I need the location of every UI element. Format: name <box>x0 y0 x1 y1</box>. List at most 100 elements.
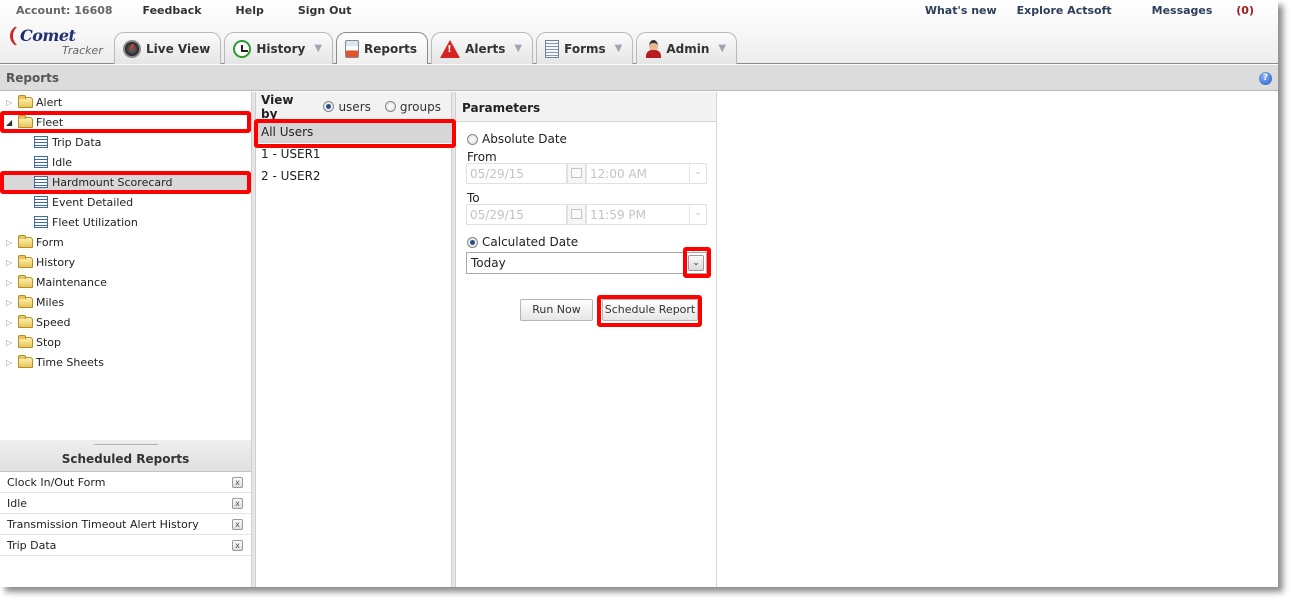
tree-label: Fleet Utilization <box>52 215 138 229</box>
to-date-input[interactable]: 05/29/15 <box>466 204 567 225</box>
tab-reports[interactable]: Reports <box>336 32 429 65</box>
radio-selected-icon[interactable] <box>467 236 478 248</box>
calculated-date-label: Calculated Date <box>482 235 579 249</box>
caret-down-icon[interactable]: ▼ <box>718 43 726 54</box>
help-link[interactable]: Help <box>236 4 264 20</box>
delete-icon[interactable]: x <box>232 539 243 551</box>
tab-alerts[interactable]: Alerts ▼ <box>431 32 534 64</box>
tree-label: Time Sheets <box>36 355 104 369</box>
folder-icon <box>18 94 33 108</box>
from-date-input[interactable]: 05/29/15 <box>466 163 567 184</box>
logo-sub: Tracker <box>62 44 103 57</box>
report-icon <box>34 216 48 228</box>
main-tabs: Live View History ▼ Reports Alerts ▼ For… <box>114 32 740 65</box>
whats-new-link[interactable]: What's new <box>925 4 997 17</box>
tree-folder-form[interactable]: ▷ Form <box>0 232 251 252</box>
collapse-icon[interactable]: ◢ <box>6 118 16 127</box>
user-list-item[interactable]: All Users <box>256 121 455 143</box>
radio-icon[interactable] <box>467 133 478 145</box>
top-links-right: What's new Explore Actsoft Messages (0) <box>905 4 1254 17</box>
to-time-select[interactable]: 11:59 PM ⌄ <box>586 204 707 225</box>
tab-admin[interactable]: Admin ▼ <box>636 32 738 64</box>
tree-folder-speed[interactable]: ▷ Speed <box>0 312 251 332</box>
run-now-button[interactable]: Run Now <box>520 299 593 321</box>
tree-report-hardmount-scorecard[interactable]: Hardmount Scorecard <box>0 172 251 192</box>
top-links-left: Account: 16608 Feedback Help Sign Out <box>16 4 386 20</box>
expand-icon[interactable]: ▷ <box>6 338 16 347</box>
view-by-users-radio[interactable]: users <box>323 100 371 114</box>
tree-report-fleet-utilization[interactable]: Fleet Utilization <box>0 212 251 232</box>
absolute-date-radio[interactable]: Absolute Date <box>467 132 567 146</box>
tree-label: Trip Data <box>52 135 102 149</box>
help-icon[interactable]: ? <box>1259 72 1272 85</box>
tree-folder-time-sheets[interactable]: ▷ Time Sheets <box>0 352 251 372</box>
comet-tracker-logo[interactable]: Comet Tracker <box>10 25 110 60</box>
tab-history[interactable]: History ▼ <box>224 32 334 64</box>
view-by-groups-radio[interactable]: groups <box>384 99 441 114</box>
radio-selected-icon[interactable] <box>323 101 335 112</box>
tree-label: History <box>36 255 76 269</box>
user-icon <box>645 39 662 58</box>
expand-icon[interactable]: ▷ <box>6 318 16 327</box>
report-icon <box>345 40 360 58</box>
scheduled-report-label: Trip Data <box>7 538 57 552</box>
feedback-link[interactable]: Feedback <box>143 4 202 20</box>
tree-label: Idle <box>52 155 73 169</box>
scheduled-report-item[interactable]: Trip Data x <box>0 535 251 556</box>
delete-icon[interactable]: x <box>232 518 243 530</box>
explore-actsoft-link[interactable]: Explore Actsoft <box>1017 4 1112 17</box>
sign-out-link[interactable]: Sign Out <box>298 4 352 20</box>
calculated-date-select[interactable]: Today ⌄ <box>466 252 707 274</box>
user-list-item[interactable]: 2 - USER2 <box>256 165 455 187</box>
tab-live-view[interactable]: Live View <box>114 32 222 64</box>
tree-label: Fleet <box>36 115 64 129</box>
tree-folder-alert[interactable]: ▷ Alert <box>0 92 251 112</box>
radio-label: groups <box>399 99 441 114</box>
scheduled-report-label: Idle <box>7 496 28 510</box>
tree-label: Form <box>36 235 64 249</box>
to-calendar-button[interactable] <box>567 204 586 225</box>
folder-icon <box>18 354 33 368</box>
tree-folder-stop[interactable]: ▷ Stop <box>0 332 251 352</box>
tab-forms[interactable]: Forms ▼ <box>536 32 634 64</box>
tree-report-idle[interactable]: Idle <box>0 152 251 172</box>
splitter-grip[interactable] <box>94 444 158 445</box>
caret-down-icon[interactable]: ▼ <box>314 43 322 54</box>
scheduled-report-item[interactable]: Clock In/Out Form x <box>0 472 251 493</box>
radio-icon[interactable] <box>384 101 396 112</box>
scheduled-report-item[interactable]: Idle x <box>0 493 251 514</box>
schedule-report-button[interactable]: Schedule Report <box>602 299 698 321</box>
report-icon <box>34 176 48 188</box>
tree-folder-fleet[interactable]: ◢ Fleet <box>0 112 251 132</box>
from-time-select[interactable]: 12:00 AM ⌄ <box>586 163 707 184</box>
caret-down-icon[interactable]: ▼ <box>514 43 522 54</box>
user-list-item[interactable]: 1 - USER1 <box>256 143 455 165</box>
to-label: To <box>467 191 480 205</box>
expand-icon[interactable]: ▷ <box>6 278 16 287</box>
expand-icon[interactable]: ▷ <box>6 298 16 307</box>
folder-icon <box>18 294 33 308</box>
tree-report-trip-data[interactable]: Trip Data <box>0 132 251 152</box>
tree-report-event-detailed[interactable]: Event Detailed <box>0 192 251 212</box>
scheduled-report-item[interactable]: Transmission Timeout Alert History x <box>0 514 251 535</box>
folder-icon <box>18 274 33 288</box>
messages-link[interactable]: Messages (0) <box>1132 4 1254 17</box>
delete-icon[interactable]: x <box>232 497 243 509</box>
tree-folder-miles[interactable]: ▷ Miles <box>0 292 251 312</box>
chevron-down-icon[interactable]: ⌄ <box>689 204 706 225</box>
tree-folder-maintenance[interactable]: ▷ Maintenance <box>0 272 251 292</box>
account-label: Account: 16608 <box>16 4 113 17</box>
expand-icon[interactable]: ▷ <box>6 358 16 367</box>
chevron-down-icon[interactable]: ⌄ <box>689 163 706 184</box>
report-icon <box>34 156 48 168</box>
expand-icon[interactable]: ▷ <box>6 98 16 107</box>
tree-folder-history[interactable]: ▷ History <box>0 252 251 272</box>
delete-icon[interactable]: x <box>232 476 243 488</box>
caret-down-icon[interactable]: ▼ <box>615 43 623 54</box>
expand-icon[interactable]: ▷ <box>6 258 16 267</box>
from-calendar-button[interactable] <box>567 163 586 184</box>
chevron-down-icon[interactable]: ⌄ <box>688 255 704 271</box>
expand-icon[interactable]: ▷ <box>6 238 16 247</box>
calculated-date-radio[interactable]: Calculated Date <box>467 235 578 249</box>
scheduled-report-label: Clock In/Out Form <box>7 475 106 489</box>
